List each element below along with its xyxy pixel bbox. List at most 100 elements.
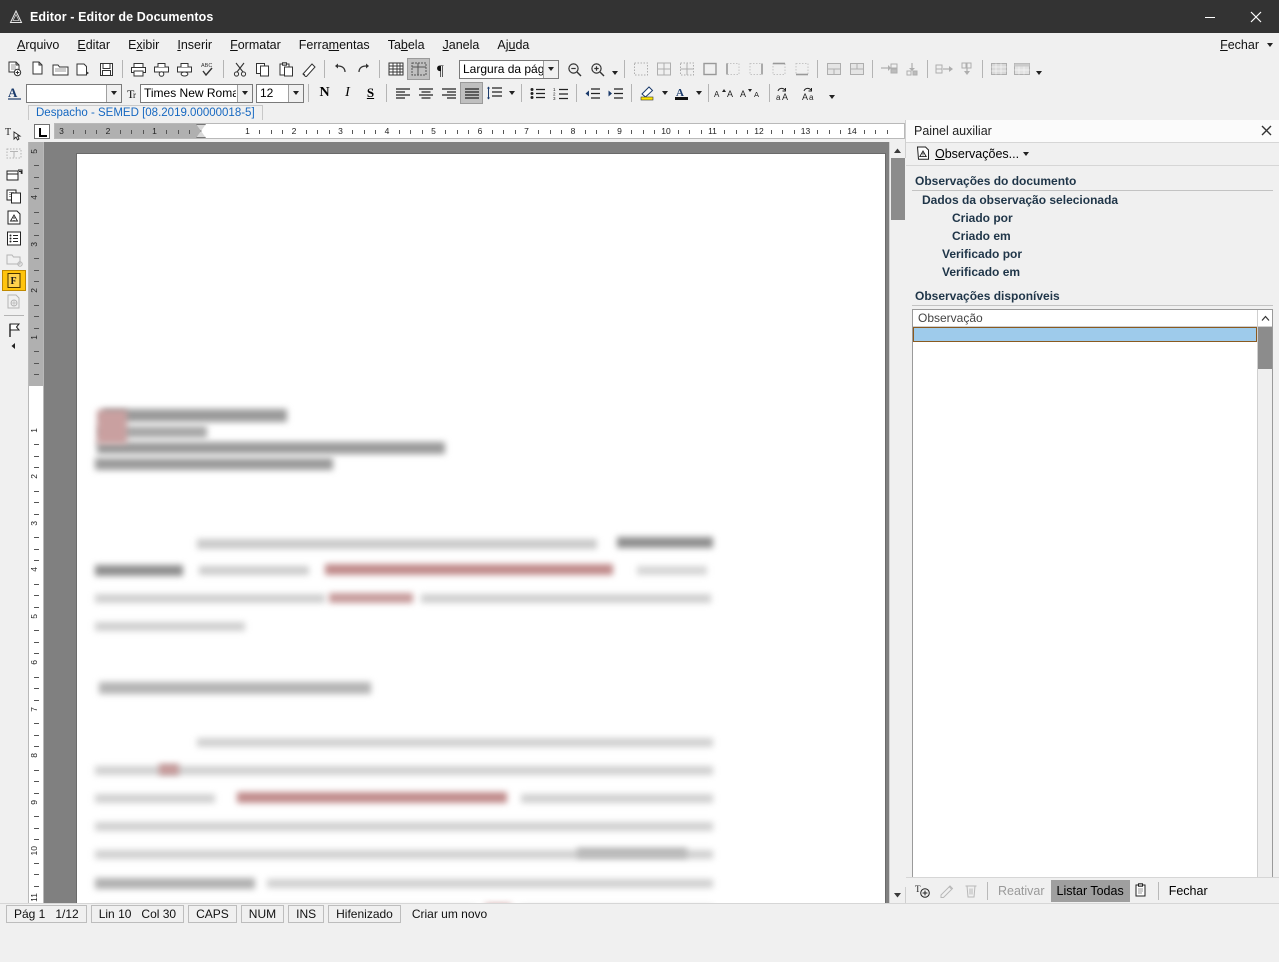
table-properties-icon[interactable]: [407, 58, 430, 80]
table-grid-icon[interactable]: [384, 58, 407, 80]
cell-shading-icon[interactable]: [987, 58, 1010, 80]
zoom-in-icon[interactable]: [586, 58, 609, 80]
border-inner-icon[interactable]: [675, 58, 698, 80]
zoom-select[interactable]: Largura da págir: [459, 59, 559, 79]
observation-icon[interactable]: [2, 207, 26, 228]
cut-icon[interactable]: [228, 58, 251, 80]
stamp-seal-icon[interactable]: [2, 291, 26, 312]
flag-marker-icon[interactable]: [2, 319, 26, 340]
document-canvas[interactable]: [44, 142, 889, 903]
align-right-icon[interactable]: [437, 82, 460, 104]
column-header-observacao[interactable]: Observação: [913, 310, 1257, 326]
observations-list[interactable]: Observação: [912, 309, 1273, 877]
reactivate-button[interactable]: Reativar: [992, 880, 1051, 902]
scrollbar-track[interactable]: [889, 158, 906, 887]
decrease-indent-icon[interactable]: [581, 82, 604, 104]
toolbar-overflow-icon[interactable]: [1033, 58, 1044, 80]
line-spacing-menu-icon[interactable]: [506, 82, 517, 104]
undo-icon[interactable]: [329, 58, 352, 80]
horizontal-ruler[interactable]: 3 2 1 1 2 3 4 5 6 7 8 9 10 11 12 13 14: [54, 123, 905, 139]
scrollbar-track[interactable]: [1258, 369, 1272, 877]
menu-fechar[interactable]: Fechar: [1216, 35, 1263, 55]
highlight-menu-icon[interactable]: [659, 82, 670, 104]
print-icon[interactable]: [127, 58, 150, 80]
zoom-out-icon[interactable]: [563, 58, 586, 80]
increase-indent-icon[interactable]: [604, 82, 627, 104]
new-document-icon[interactable]: [3, 58, 26, 80]
border-top-icon[interactable]: [767, 58, 790, 80]
change-case-up-icon[interactable]: aA: [774, 82, 800, 104]
status-position[interactable]: Lin 10 Col 30: [90, 905, 185, 923]
save-icon[interactable]: [95, 58, 118, 80]
border-bottom-icon[interactable]: [790, 58, 813, 80]
open-with-options-icon[interactable]: [72, 58, 95, 80]
scroll-up-arrow-icon[interactable]: [889, 142, 906, 158]
collapse-arrow-icon[interactable]: [2, 340, 26, 352]
menu-tabela[interactable]: Tabela: [379, 35, 434, 55]
chevron-up-icon[interactable]: [1257, 310, 1272, 326]
document-tab[interactable]: Despacho - SEMED [08.2019.00000018-5]: [28, 105, 263, 120]
menu-formatar[interactable]: Formatar: [221, 35, 290, 55]
close-button[interactable]: [1233, 0, 1279, 33]
align-center-icon[interactable]: [414, 82, 437, 104]
vertical-ruler[interactable]: 5 4 3 2 1 1 2 3 4 5 6 7 8 9 10 11: [28, 142, 44, 903]
change-case-down-icon[interactable]: Aa: [800, 82, 826, 104]
italic-button[interactable]: I: [336, 82, 359, 104]
list-details-icon[interactable]: [2, 228, 26, 249]
insert-column-icon[interactable]: [900, 58, 923, 80]
border-box-icon[interactable]: [698, 58, 721, 80]
align-justify-icon[interactable]: [460, 82, 483, 104]
format-painter-icon[interactable]: [297, 58, 320, 80]
font-select[interactable]: Times New Roman: [140, 83, 253, 103]
panel-close-button[interactable]: Fechar: [1163, 880, 1214, 902]
status-ins[interactable]: INS: [288, 905, 325, 923]
font-size-select[interactable]: 12: [256, 83, 304, 103]
chevron-down-icon[interactable]: [288, 84, 303, 102]
status-caps[interactable]: CAPS: [188, 905, 237, 923]
line-spacing-icon[interactable]: [483, 82, 506, 104]
chevron-down-icon[interactable]: [1267, 43, 1273, 47]
add-observation-icon[interactable]: T: [911, 880, 935, 902]
text-select-tool-icon[interactable]: T: [2, 123, 26, 144]
format-overflow-icon[interactable]: [826, 82, 837, 104]
blank-page-icon[interactable]: [26, 58, 49, 80]
menu-ajuda[interactable]: Ajuda: [488, 35, 538, 55]
merge-cells-icon[interactable]: [822, 58, 845, 80]
numbered-list-icon[interactable]: 123: [549, 82, 572, 104]
list-all-button[interactable]: Listar Todas: [1050, 879, 1130, 902]
align-left-icon[interactable]: [391, 82, 414, 104]
chevron-down-icon[interactable]: [1023, 152, 1030, 156]
delete-column-icon[interactable]: [955, 58, 978, 80]
table-autoformat-icon[interactable]: [1010, 58, 1033, 80]
font-color-menu-icon[interactable]: [693, 82, 704, 104]
clipboard-icon[interactable]: [1130, 880, 1154, 902]
paste-icon[interactable]: [274, 58, 297, 80]
print-setup-icon[interactable]: [173, 58, 196, 80]
formatting-marks-icon[interactable]: ¶: [430, 58, 453, 80]
status-num[interactable]: NUM: [240, 905, 285, 923]
paragraph-style-icon[interactable]: A: [3, 82, 26, 104]
insert-field-icon[interactable]: [2, 165, 26, 186]
signature-block-icon[interactable]: F: [2, 270, 26, 291]
menu-janela[interactable]: Janela: [434, 35, 489, 55]
menu-exibir[interactable]: Exibir: [119, 35, 168, 55]
close-icon[interactable]: [1261, 124, 1272, 139]
observations-scrollbar[interactable]: [1257, 327, 1272, 877]
chevron-down-icon[interactable]: [543, 60, 558, 78]
decrease-font-icon[interactable]: AA: [739, 82, 765, 104]
scroll-down-arrow-icon[interactable]: [889, 887, 906, 903]
bold-button[interactable]: N: [313, 82, 336, 104]
menu-inserir[interactable]: Inserir: [168, 35, 221, 55]
redo-icon[interactable]: [352, 58, 375, 80]
spellcheck-icon[interactable]: ABC: [196, 58, 219, 80]
copy-icon[interactable]: [251, 58, 274, 80]
bullet-list-icon[interactable]: [526, 82, 549, 104]
tab-stop-left-icon[interactable]: [34, 123, 50, 139]
status-action[interactable]: Criar um novo: [404, 905, 495, 923]
document-page[interactable]: [77, 154, 885, 903]
insert-row-icon[interactable]: [877, 58, 900, 80]
status-page[interactable]: Pág 1 1/12: [6, 905, 87, 923]
open-folder-icon[interactable]: [49, 58, 72, 80]
border-left-icon[interactable]: [721, 58, 744, 80]
text-box-icon[interactable]: [2, 144, 26, 165]
